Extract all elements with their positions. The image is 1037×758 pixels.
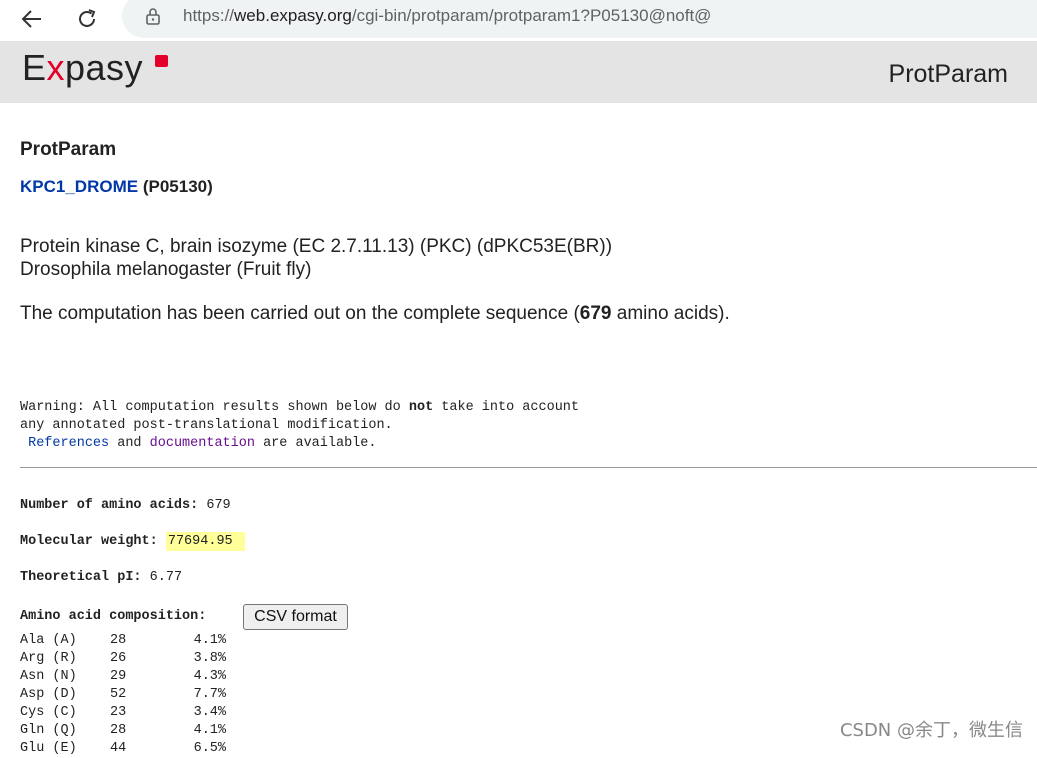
composition-count: 28 — [110, 633, 127, 648]
entry-id: (P05130) — [142, 177, 213, 196]
url-host: web.expasy.org — [234, 6, 352, 25]
computation-note: The computation has been carried out on … — [20, 303, 730, 324]
composition-row: Arg (R) 26 3.8% — [20, 650, 226, 668]
num-amino-acids: Number of amino acids: 679 — [20, 498, 231, 513]
composition-count: 29 — [110, 669, 127, 684]
warning-note: Warning: All computation results shown b… — [20, 400, 580, 451]
page-title: ProtParam — [20, 139, 117, 160]
composition-name: Ala (A) — [20, 633, 77, 648]
composition-count: 23 — [110, 705, 127, 720]
documentation-link[interactable]: documentation — [150, 436, 255, 451]
composition-name: Arg (R) — [20, 651, 77, 666]
watermark: CSDN @余丁，微生信 — [839, 720, 1023, 741]
url-path: /cgi-bin/protparam/protparam1?P05130@nof… — [351, 6, 712, 25]
url-prefix: https:// — [183, 6, 235, 25]
composition-name: Asn (N) — [20, 669, 77, 684]
site-header: Expasy — [0, 41, 1037, 103]
references-link[interactable]: References — [28, 436, 109, 451]
composition-row: Glu (E) 44 6.5% — [20, 740, 226, 758]
back-button[interactable] — [17, 4, 47, 34]
reload-icon — [79, 9, 96, 27]
composition-row: Gln (Q) 28 4.1% — [20, 722, 226, 740]
theoretical-pi: Theoretical pI: 6.77 — [20, 570, 183, 585]
composition-name: Cys (C) — [20, 705, 77, 720]
composition-pct: 3.8% — [193, 651, 226, 666]
composition-count: 28 — [110, 723, 127, 738]
composition-pct: 4.1% — [193, 723, 226, 738]
composition-name: Asp (D) — [20, 687, 77, 702]
composition-row: Asn (N) 29 4.3% — [20, 668, 226, 686]
logo-badge-icon — [155, 55, 168, 67]
molecular-weight: Molecular weight: 77694.95 — [20, 532, 245, 551]
composition-row: Cys (C) 23 3.4% — [20, 704, 226, 722]
browser-toolbar: https://web.expasy.org/cgi-bin/protparam… — [0, 0, 1037, 40]
composition-pct: 4.1% — [193, 633, 226, 648]
composition-label: Amino acid composition: — [20, 609, 207, 624]
protein-name: Protein kinase C, brain isozyme (EC 2.7.… — [20, 236, 613, 257]
composition-row: Ala (A) 28 4.1% — [20, 632, 226, 650]
composition-row: Asp (D) 52 7.7% — [20, 686, 226, 704]
composition-count: 44 — [110, 741, 127, 756]
expasy-logo[interactable]: Expasy — [22, 47, 143, 89]
composition-name: Gln (Q) — [20, 723, 77, 738]
composition-count: 52 — [110, 687, 127, 702]
organism: Drosophila melanogaster (Fruit fly) — [20, 259, 312, 280]
divider — [20, 467, 1037, 468]
header-title: ProtParam — [888, 60, 1008, 88]
composition-pct: 3.4% — [193, 705, 226, 720]
sequence-length: 679 — [579, 303, 612, 324]
composition-table: Ala (A) 28 4.1% Arg (R) 26 3.8% Asn (N) 29 4.3% A… — [20, 632, 226, 758]
url-text[interactable]: https://web.expasy.org/cgi-bin/protparam… — [183, 6, 711, 26]
csv-format-button[interactable]: CSV format — [243, 604, 348, 630]
lock-icon[interactable] — [145, 7, 161, 30]
composition-name: Glu (E) — [20, 741, 77, 756]
arrow-left-icon — [21, 10, 41, 28]
reload-button[interactable] — [72, 4, 102, 34]
entry-line: KPC1_DROME (P05130) — [20, 177, 213, 197]
composition-pct: 6.5% — [193, 741, 226, 756]
protein-description: Protein kinase C, brain isozyme (EC 2.7.… — [20, 235, 612, 281]
entry-name-link[interactable]: KPC1_DROME — [20, 177, 138, 196]
composition-pct: 7.7% — [193, 687, 226, 702]
mw-value-highlight: 77694.95 — [165, 532, 245, 551]
composition-pct: 4.3% — [193, 669, 226, 684]
composition-count: 26 — [110, 651, 127, 666]
